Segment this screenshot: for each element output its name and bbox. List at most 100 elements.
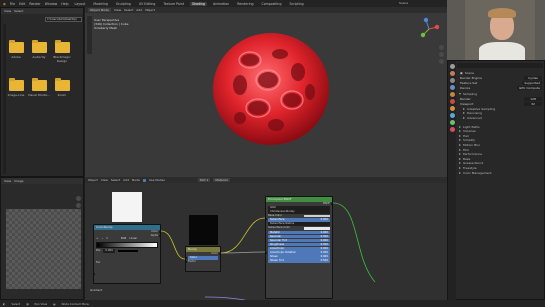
add-stop-button[interactable]: +: [96, 237, 98, 241]
blender-logo-icon[interactable]: ◉: [3, 2, 6, 6]
render-samples-label: Render: [460, 97, 471, 102]
pan-hand-icon[interactable]: [76, 203, 81, 208]
workspace-tab-scripting[interactable]: Scripting: [287, 2, 305, 6]
output-tab-icon[interactable]: [449, 78, 455, 83]
image-editor-menu-view[interactable]: View: [4, 179, 11, 183]
object-tab-icon[interactable]: [449, 106, 455, 111]
workspace-tab-rendering[interactable]: Rendering: [235, 2, 255, 6]
scene-tab-icon[interactable]: [449, 92, 455, 97]
sheen-tint-slider[interactable]: Sheen Tint 0.500: [268, 259, 330, 263]
zoom-icon[interactable]: [439, 45, 444, 50]
tool-shelf[interactable]: [87, 16, 92, 54]
path-field[interactable]: C:\Users\Sam\Desktop\: [45, 17, 82, 22]
file-browser-menu-select[interactable]: Select: [14, 9, 23, 13]
specular-slider[interactable]: Specular 0.500: [268, 234, 330, 239]
specular-tint-slider[interactable]: Specular Tint 0.000: [268, 238, 330, 243]
modifier-tab-icon[interactable]: [449, 113, 455, 118]
pan-hand-icon[interactable]: [439, 52, 444, 57]
workspace-tab-texture-paint[interactable]: Texture Paint: [161, 2, 186, 6]
alpha-output-socket[interactable]: [159, 234, 162, 238]
viewport-3d[interactable]: Object Mode View Select Add Object User …: [85, 7, 447, 177]
menu-render[interactable]: Render: [29, 2, 40, 6]
metallic-slider[interactable]: Metallic 0.000: [268, 230, 330, 235]
workspace-tab-uv-editing[interactable]: UV Editing: [137, 2, 158, 6]
folder-label-image-line[interactable]: Image-Line: [4, 93, 28, 97]
menu-help[interactable]: Help: [61, 2, 68, 6]
ramp-menu-chevron-icon[interactable]: ▾: [106, 237, 107, 241]
world-tab-icon[interactable]: [449, 99, 455, 104]
color-mode-dropdown[interactable]: RGB: [121, 237, 127, 241]
bump-color-input-socket[interactable]: [184, 257, 187, 260]
image-editor-menu-image[interactable]: Image: [14, 179, 23, 183]
material-dropdown[interactable]: Material: [213, 178, 230, 182]
folder-icon[interactable]: [32, 78, 47, 91]
navigation-gizmo[interactable]: [417, 17, 441, 41]
tool-tab-icon[interactable]: [449, 64, 455, 69]
workspace-tab-layout[interactable]: Layout: [73, 2, 88, 6]
fac-input-socket[interactable]: [92, 273, 95, 276]
viewport-menu-object[interactable]: Object: [145, 8, 155, 12]
folder-label-blackmagic[interactable]: Blackmagic Design: [50, 55, 74, 63]
bump-node[interactable]: Bump Color Color Factor: [184, 246, 222, 272]
slot-dropdown[interactable]: Slot 1: [197, 178, 211, 182]
viewport-samples-field[interactable]: 32: [524, 102, 542, 107]
anisotropic-slider[interactable]: Anisotropic 0.000: [268, 246, 330, 251]
view-layer-tab-icon[interactable]: [449, 85, 455, 90]
workspace-tab-shading[interactable]: Shading: [190, 1, 207, 6]
material-tab-icon[interactable]: [449, 127, 455, 132]
roughness-slider[interactable]: Roughness 0.500: [268, 242, 330, 247]
roughness-input-socket[interactable]: [264, 252, 267, 255]
menu-edit[interactable]: Edit: [19, 2, 25, 6]
node-editor-menu-view[interactable]: View: [101, 178, 108, 182]
device-dropdown[interactable]: GPU Compute: [517, 85, 542, 90]
node-editor-menu-add[interactable]: Add: [123, 178, 129, 182]
folder-label-visual-studio[interactable]: Visual Studio...: [27, 93, 51, 97]
folder-icon[interactable]: [55, 78, 70, 91]
data-tab-icon[interactable]: [449, 120, 455, 125]
menu-window[interactable]: Window: [45, 2, 58, 6]
properties-search[interactable]: [457, 63, 543, 68]
menu-file[interactable]: File: [10, 2, 15, 6]
feature-set-dropdown[interactable]: Supported: [522, 80, 542, 85]
use-nodes-checkbox[interactable]: [142, 178, 146, 182]
workspace-tab-modeling[interactable]: Modeling: [91, 2, 110, 6]
viewport-menu-select[interactable]: Select: [124, 8, 133, 12]
zoom-icon[interactable]: [76, 196, 81, 201]
viewport-menu-add[interactable]: Add: [136, 8, 142, 12]
render-tab-icon[interactable]: [449, 71, 455, 76]
folder-label-adobe[interactable]: Adobe: [4, 55, 28, 59]
node-editor-menu-node[interactable]: Node: [132, 178, 140, 182]
render-engine-dropdown[interactable]: Cycles: [524, 75, 542, 80]
folder-icon[interactable]: [9, 78, 24, 91]
color-ramp-node[interactable]: ColorRamp Color Alpha + − ▾ RGB Linear P…: [92, 224, 162, 284]
base-color-input-socket[interactable]: [264, 218, 267, 221]
node-editor-menu-select[interactable]: Select: [111, 178, 120, 182]
principled-bsdf-node[interactable]: Principled BSDF BSDF GGX Christensen-Bur…: [264, 196, 334, 299]
node-editor[interactable]: Object View Select Add Node Use Nodes Sl…: [85, 177, 447, 300]
subsurface-color-swatch[interactable]: [304, 226, 330, 230]
viewport-menu-view[interactable]: View: [114, 8, 121, 12]
red-voronoi-sphere[interactable]: [210, 30, 332, 148]
folder-icon[interactable]: [9, 40, 24, 53]
stop-color-swatch[interactable]: [117, 249, 138, 253]
folder-icon[interactable]: [32, 40, 47, 53]
node-editor-menu-object[interactable]: Object: [88, 178, 98, 182]
base-color-swatch[interactable]: [304, 214, 330, 218]
color-management-section[interactable]: Color Management: [457, 170, 545, 175]
pos-field[interactable]: 0.000: [103, 249, 115, 253]
workspace-tab-compositing[interactable]: Compositing: [260, 2, 284, 6]
camera-icon[interactable]: [439, 59, 444, 64]
folder-label-audacity[interactable]: Audacity: [27, 55, 51, 59]
image-canvas[interactable]: [6, 209, 81, 289]
folder-icon[interactable]: [55, 40, 70, 53]
folder-label-zoom[interactable]: Zoom: [50, 93, 74, 97]
color-ramp-gradient[interactable]: [96, 242, 158, 249]
remove-stop-button[interactable]: −: [101, 237, 103, 241]
render-samples-field[interactable]: 128: [524, 97, 542, 102]
interpolation-dropdown[interactable]: Linear: [129, 237, 137, 241]
workspace-tab-animation[interactable]: Animation: [211, 2, 231, 6]
file-browser-menu-view[interactable]: View: [4, 9, 11, 13]
object-mode-dropdown[interactable]: Object Mode: [88, 8, 111, 12]
workspace-tab-sculpting[interactable]: Sculpting: [114, 2, 133, 6]
scene-selector[interactable]: Scene: [399, 1, 408, 5]
